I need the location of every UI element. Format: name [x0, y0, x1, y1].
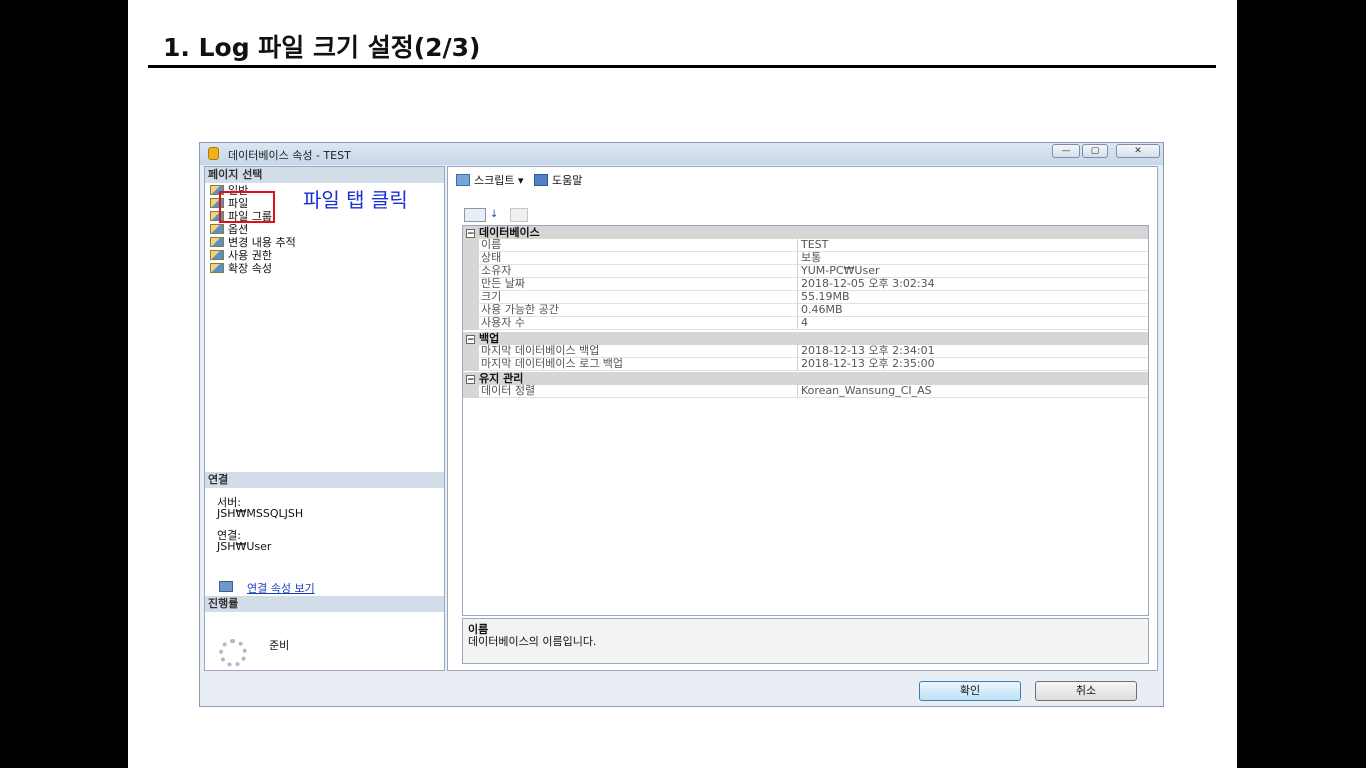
table-row[interactable]: 데이터 정렬 Korean_Wansung_CI_AS: [463, 385, 1148, 398]
database-icon: [208, 147, 219, 160]
dropdown-arrow-icon[interactable]: ▾: [518, 174, 524, 187]
connection-header: 연결: [205, 472, 444, 488]
page-item-change-tracking[interactable]: 변경 내용 추적: [210, 236, 296, 249]
collapse-icon[interactable]: −: [466, 375, 475, 385]
script-icon: [456, 174, 470, 186]
ok-button[interactable]: 확인: [919, 681, 1021, 701]
left-pane: 페이지 선택 일반 파일 파일 그룹 옵션 변경 내용 추적 사용 권한 확장 …: [204, 166, 445, 671]
script-button[interactable]: 스크립트 ▾: [456, 174, 524, 187]
table-row[interactable]: 마지막 데이터베이스 로그 백업 2018-12-13 오후 2:35:00: [463, 358, 1148, 371]
description-text: 데이터베이스의 이름입니다.: [468, 635, 597, 648]
maximize-button[interactable]: ▢: [1082, 144, 1108, 158]
collapse-icon[interactable]: −: [466, 229, 475, 239]
help-button[interactable]: 도움말: [534, 174, 582, 187]
page-icon: [210, 263, 224, 273]
table-row[interactable]: 사용자 수4: [463, 317, 1148, 330]
progress-header: 진행률: [205, 596, 444, 612]
window-title: 데이터베이스 속성 - TEST: [228, 149, 351, 162]
annotation-text: 파일 탭 클릭: [303, 188, 408, 212]
server-value: JSH₩MSSQLJSH: [217, 507, 304, 520]
page-icon: [210, 250, 224, 260]
minimize-button[interactable]: —: [1052, 144, 1080, 158]
page-item-permissions[interactable]: 사용 권한: [210, 249, 272, 262]
property-pages-icon[interactable]: [510, 208, 528, 222]
close-button[interactable]: ✕: [1116, 144, 1160, 158]
connection-properties-icon: [219, 581, 233, 592]
view-connection-properties-link[interactable]: 연결 속성 보기: [247, 580, 315, 596]
highlight-box: [219, 191, 275, 223]
slide-title: 1. Log 파일 크기 설정(2/3): [163, 33, 481, 62]
database-properties-dialog: 데이터베이스 속성 - TEST — ▢ ✕ 페이지 선택 일반 파일 파일 그…: [199, 142, 1164, 707]
help-icon: [534, 174, 549, 186]
page-icon: [210, 224, 224, 234]
page-item-options[interactable]: 옵션: [210, 223, 248, 236]
property-grid: − 데이터베이스 이름 TEST 상태 보통 소유자 YUM-PC₩User 만든 날짜…: [462, 225, 1149, 616]
page-item-extended-properties[interactable]: 확장 속성: [210, 262, 272, 275]
categorized-view-icon[interactable]: [464, 208, 486, 222]
collapse-icon[interactable]: −: [466, 335, 475, 345]
progress-status: 준비: [269, 639, 290, 652]
alphabetical-sort-icon[interactable]: ↓: [490, 208, 504, 222]
page-icon: [210, 237, 224, 247]
cancel-button[interactable]: 취소: [1035, 681, 1137, 701]
progress-spinner-icon: [219, 639, 247, 667]
connection-value: JSH₩User: [217, 540, 272, 553]
toolbar: 스크립트 ▾ 도움말: [456, 172, 582, 188]
page-select-header: 페이지 선택: [205, 167, 444, 183]
right-pane: 스크립트 ▾ 도움말 ↓ − 데이터베이스 이름 TEST 상태 보통 소유자 YUM-…: [447, 166, 1158, 671]
description-panel: 이름 데이터베이스의 이름입니다.: [462, 618, 1149, 664]
slide: 1. Log 파일 크기 설정(2/3) 데이터베이스 속성 - TEST — …: [128, 0, 1237, 768]
window-titlebar[interactable]: 데이터베이스 속성 - TEST — ▢ ✕: [200, 143, 1163, 165]
title-divider: [148, 65, 1216, 68]
